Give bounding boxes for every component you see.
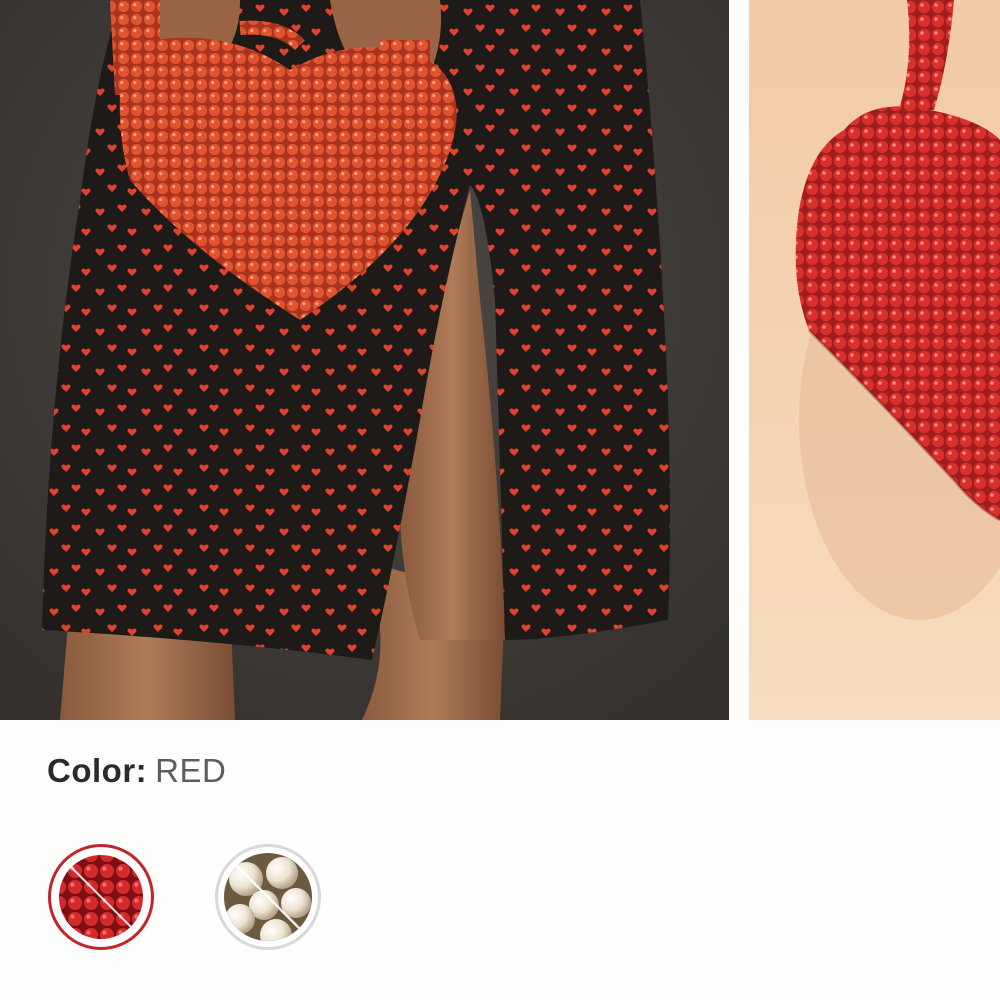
color-selection-label: Color: RED [47, 752, 226, 790]
gallery-image-model[interactable] [0, 0, 729, 720]
color-swatch-red[interactable] [48, 844, 154, 950]
color-value: RED [155, 752, 227, 789]
red-beads-swatch-icon [59, 855, 143, 939]
product-image-gallery[interactable] [0, 0, 1000, 720]
pearl-beads-swatch-icon [224, 853, 312, 941]
gallery-divider [729, 0, 749, 720]
color-swatch-pearl[interactable] [215, 844, 321, 950]
color-label: Color: [47, 752, 148, 789]
gallery-image-product[interactable] [749, 0, 1000, 720]
